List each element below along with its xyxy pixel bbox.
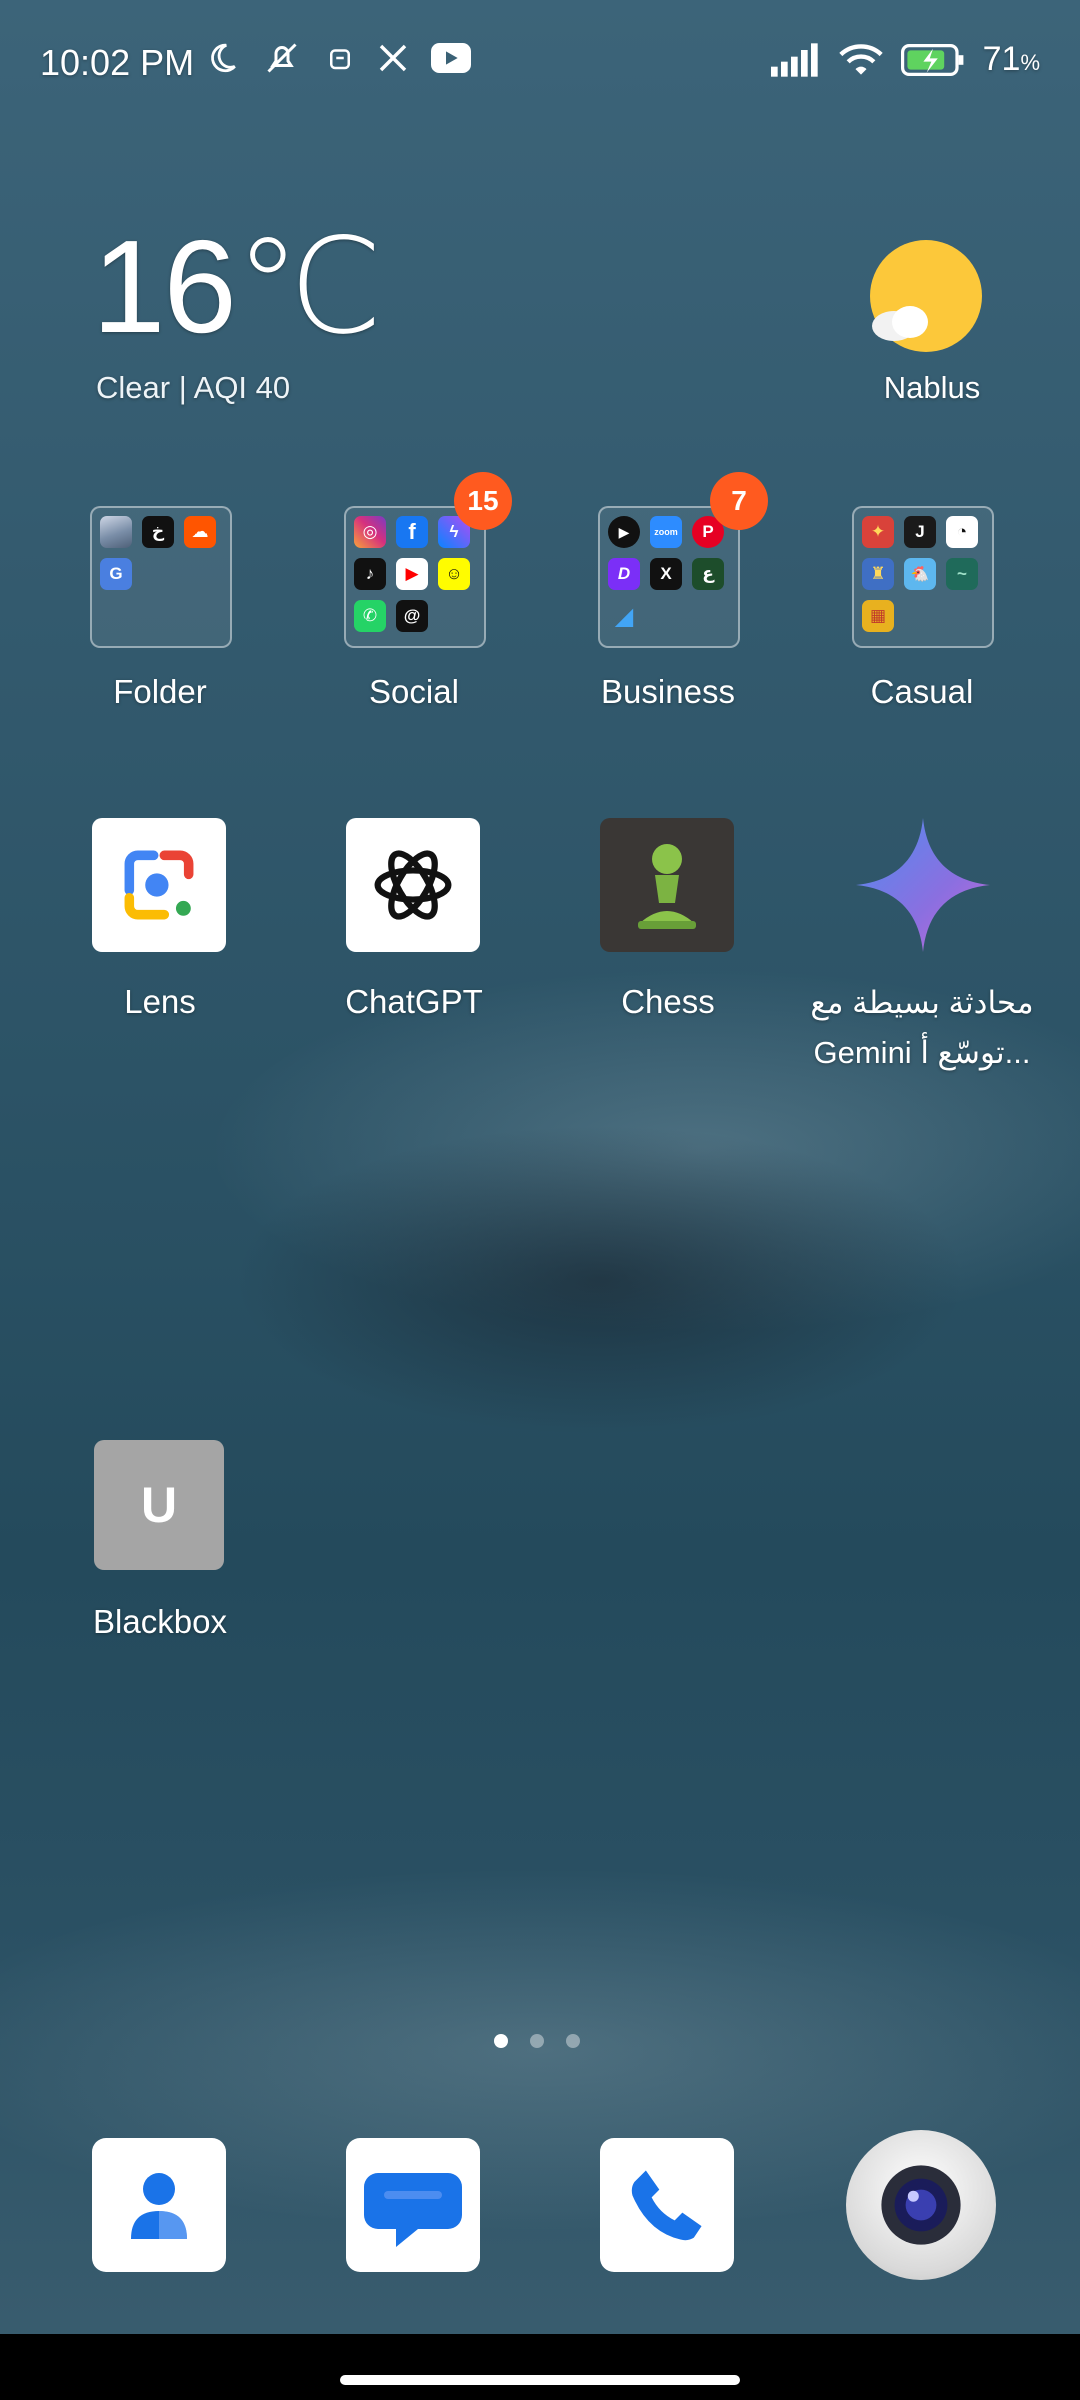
clock: 10:02 PM — [40, 42, 195, 83]
app-label: Blackbox — [93, 1603, 227, 1640]
notification-badge: 15 — [454, 472, 512, 530]
game-chicken-icon: 🐔 — [904, 558, 936, 590]
arabic-news-icon: ع — [692, 558, 724, 590]
folder-label: Social — [369, 673, 459, 710]
app-label: محادثة بسيطة مع Gemini توسّع أ... — [810, 985, 1034, 1070]
game-blocks-icon: ▦ — [862, 600, 894, 632]
navigation-bar — [0, 2334, 1080, 2400]
chatgpt-app-icon[interactable] — [346, 818, 480, 952]
camera-icon — [881, 2165, 961, 2245]
chess-pawn-icon — [638, 844, 696, 929]
moon-icon — [211, 43, 236, 73]
tiktok-icon: ♪ — [354, 558, 386, 590]
threads-icon: @ — [396, 600, 428, 632]
notification-badge: 7 — [710, 472, 768, 530]
game-castle-icon: ♜ — [862, 558, 894, 590]
folder-label: Casual — [870, 673, 974, 710]
phone-app-icon[interactable] — [600, 2138, 734, 2272]
x-icon: X — [650, 558, 682, 590]
camera-app-icon[interactable] — [846, 2130, 996, 2280]
zoom-icon: zoom — [650, 516, 682, 548]
vpn-robot-icon — [330, 49, 350, 70]
weather-temperature[interactable]: 16℃ — [92, 210, 383, 364]
d-app-icon: D — [608, 558, 640, 590]
page-dot[interactable] — [566, 2034, 580, 2048]
contacts-icon — [131, 2173, 187, 2239]
letter-u-icon: U — [140, 1477, 178, 1533]
gemini-sparkle-icon — [856, 818, 990, 952]
youtube-icon — [431, 43, 471, 73]
blackbox-app-icon[interactable]: U — [94, 1440, 224, 1570]
gallery-icon — [100, 516, 132, 548]
folder-label: Business — [601, 673, 735, 710]
folder-casual[interactable]: ✦ J ◔ ♜ 🐔 ~ ▦ — [852, 506, 994, 648]
weather-city[interactable]: Nablus — [850, 370, 1014, 406]
chatgpt-icon — [374, 850, 452, 920]
soundcloud-icon: ☁ — [184, 516, 216, 548]
battery-charging-icon — [900, 43, 964, 76]
instagram-icon: ◎ — [354, 516, 386, 548]
facebook-icon: f — [396, 516, 428, 548]
arabic-app-icon: خ — [142, 516, 174, 548]
battery-percent: 71% — [982, 40, 1040, 78]
flutter-icon: ◢ — [614, 602, 634, 630]
page-indicator[interactable] — [494, 2034, 580, 2048]
folder-business[interactable]: ▶ zoom P D X ع ◢ — [598, 506, 740, 648]
chess-app-icon[interactable] — [600, 818, 734, 952]
silent-icon — [267, 43, 297, 73]
page-dot[interactable] — [530, 2034, 544, 2048]
status-bar: 10:02 PM 71% — [0, 0, 1080, 130]
youtube-app-icon: ▶ — [396, 558, 428, 590]
google-translate-icon: G — [100, 558, 132, 590]
folder-social[interactable]: ◎ f ϟ ♪ ▶ ☺ ✆ @ — [344, 506, 486, 648]
x-app-icon — [379, 44, 407, 72]
messages-app-icon[interactable] — [346, 2138, 480, 2272]
game-candy-icon: ✦ — [862, 516, 894, 548]
game-speed-icon: ◔ — [946, 516, 978, 548]
folder-folder[interactable]: خ ☁ G — [90, 506, 232, 648]
page-dot[interactable] — [494, 2034, 508, 2048]
lens-icon — [124, 850, 194, 920]
wifi-icon — [838, 43, 883, 75]
snapchat-icon: ☺ — [438, 558, 470, 590]
game-green-icon: ~ — [946, 558, 978, 590]
lens-app-icon[interactable] — [92, 818, 226, 952]
sun-cloud-icon[interactable] — [866, 238, 986, 358]
home-indicator[interactable] — [340, 2375, 740, 2385]
signal-icon — [770, 42, 818, 77]
whatsapp-icon: ✆ — [354, 600, 386, 632]
app-label: Chess — [621, 983, 715, 1020]
contacts-app-icon[interactable] — [92, 2138, 226, 2272]
app-label: Lens — [124, 983, 196, 1020]
phone-icon — [631, 2170, 702, 2241]
weather-condition[interactable]: Clear | AQI 40 — [96, 370, 290, 406]
game-j-icon: J — [904, 516, 936, 548]
gemini-app-icon[interactable] — [856, 818, 990, 952]
messages-icon — [364, 2173, 462, 2247]
play-icon: ▶ — [608, 516, 640, 548]
folder-label: Folder — [113, 673, 207, 710]
app-label: ChatGPT — [345, 983, 483, 1020]
